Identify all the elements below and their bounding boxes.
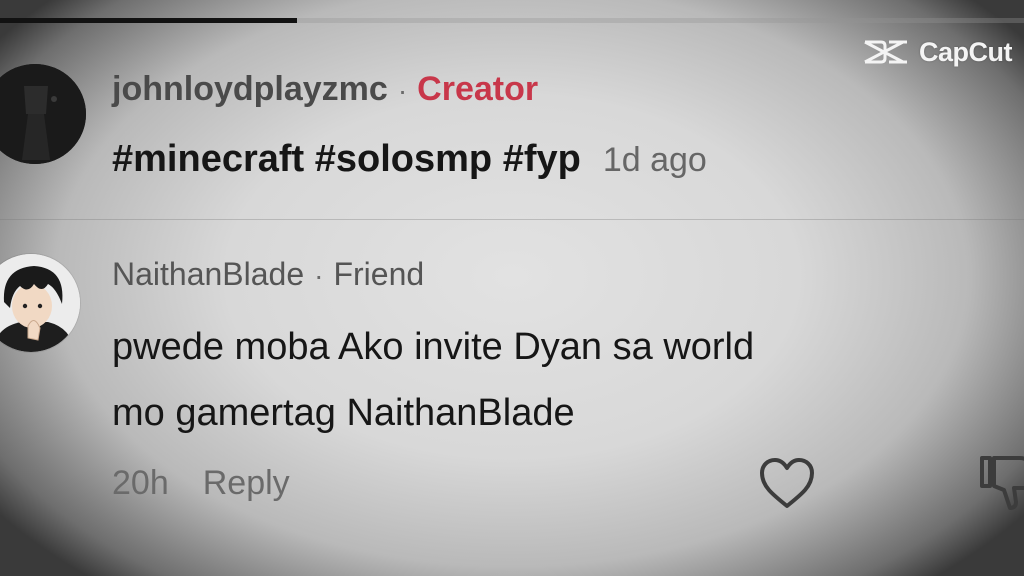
thumbs-down-icon[interactable] [974, 452, 1024, 512]
video-progress-bar[interactable] [0, 18, 1024, 23]
reply-button[interactable]: Reply [203, 464, 290, 503]
meta-separator: · [397, 75, 408, 106]
comment-text-line-1: pwede moba Ako invite Dyan sa world [112, 326, 755, 368]
comment-username[interactable]: johnloydplayzmc [112, 70, 388, 109]
video-frame: CapCut johnloydplayzmc · Creator #minecr… [0, 0, 1024, 576]
comment-item: johnloydplayzmc · Creator #minecraft #so… [0, 60, 1024, 220]
comment-timestamp: 1d ago [602, 141, 707, 179]
video-progress-fill [0, 18, 297, 23]
comment-text-line-2: mo gamertag NaithanBlade [112, 392, 575, 434]
divider [0, 219, 1024, 220]
friend-badge: Friend [333, 256, 425, 292]
avatar[interactable] [0, 254, 80, 352]
comment-actions: 20h Reply [112, 464, 290, 503]
comment-hashtags[interactable]: #minecraft #solosmp #fyp [112, 138, 581, 180]
creator-badge: Creator [417, 70, 539, 108]
heart-icon[interactable] [758, 456, 816, 510]
comment-username[interactable]: NaithanBlade [112, 256, 304, 293]
comment-text: #minecraft #solosmp #fyp 1d ago [112, 138, 707, 181]
avatar[interactable] [0, 64, 86, 164]
comment-meta: NaithanBlade · Friend [112, 256, 424, 293]
user-avatar-icon [0, 64, 86, 164]
comment-item: NaithanBlade · Friend pwede moba Ako inv… [0, 240, 1024, 540]
comment-meta: johnloydplayzmc · Creator [112, 70, 538, 109]
user-avatar-icon [0, 254, 80, 352]
meta-separator: · [314, 260, 324, 291]
comment-timestamp: 20h [112, 464, 169, 502]
